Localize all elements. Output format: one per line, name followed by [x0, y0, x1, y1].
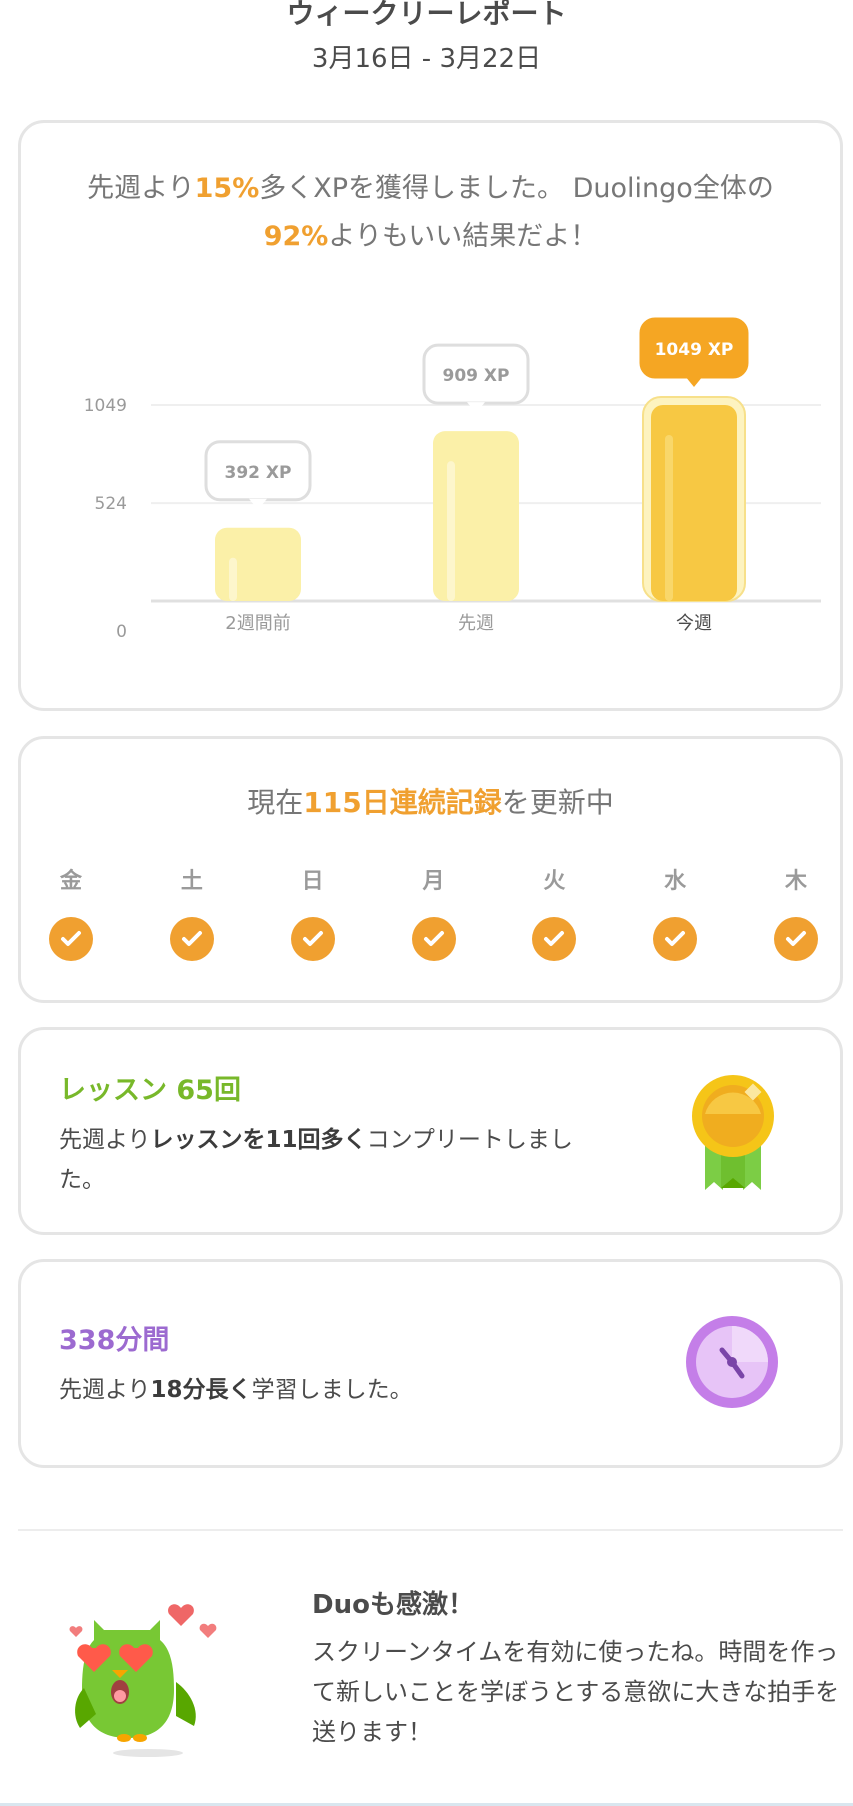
streak-suffix: を更新中: [501, 786, 614, 819]
day-check-item: 水: [645, 867, 705, 961]
xp-badge-label: 1049 XP: [655, 340, 734, 360]
page-title: ウィークリーレポート: [286, 0, 567, 30]
lessons-title: レッスン 65回: [59, 1075, 241, 1106]
checkmark-icon: [290, 917, 335, 961]
day-check-item: 金: [41, 867, 101, 961]
lessons-desc: 先週よりレッスンを11回多くコンプリートしました。: [59, 1120, 599, 1200]
time-desc-bold: 18分長く: [150, 1377, 252, 1403]
duo-message: スクリーンタイムを有効に使ったね。時間を作って新しいことを学ぼうとする意欲に大き…: [312, 1638, 840, 1746]
streak-card: 現在115日連続記録を更新中 金 土 日 月 火 水 木: [18, 736, 843, 1003]
time-desc-1: 先週より: [59, 1377, 151, 1403]
xp-card: 先週より15%多くXPを獲得しました。 Duolingo全体の 92%よりもいい…: [18, 120, 843, 711]
time-title: 338分間: [59, 1325, 170, 1356]
checkmark-icon: [532, 917, 577, 961]
x-category-label: 2週間前: [225, 613, 290, 634]
bar-shine: [665, 435, 673, 601]
duo-title: Duoも感激！: [312, 1590, 474, 1620]
lessons-card: レッスン 65回 先週よりレッスンを11回多くコンプリートしました。: [18, 1027, 843, 1235]
xp-badge-label: 392 XP: [225, 463, 292, 483]
day-label: 金: [59, 869, 82, 894]
xp-chart: 0 524 1049 392 XP 2週間前 909 XP 先週 1049 XP 今週: [84, 317, 821, 642]
lessons-desc-1: 先週より: [59, 1127, 151, 1153]
day-label: 日: [301, 869, 324, 894]
streak-prefix: 現在: [247, 786, 304, 819]
y-tick-label: 524: [95, 494, 127, 514]
day-label: 土: [180, 869, 203, 894]
section-divider: [18, 1529, 843, 1531]
day-check-item: 木: [766, 867, 826, 961]
day-check-item: 土: [162, 867, 222, 961]
time-desc: 先週より18分長く学習しました。: [59, 1370, 599, 1410]
streak-count: 115日連続記録: [303, 786, 502, 819]
time-card: 338分間 先週より18分長く学習しました。: [18, 1259, 843, 1468]
streak-title: 現在115日連続記録を更新中: [21, 781, 840, 821]
bar-shine: [447, 461, 455, 601]
checkmark-icon: [774, 917, 818, 961]
xp-badge-pointer: [685, 376, 703, 387]
xp-badge-label: 909 XP: [443, 366, 510, 386]
time-desc-2: 学習しました。: [251, 1377, 413, 1403]
checkmark-icon: [653, 917, 698, 961]
bar: [433, 431, 519, 601]
x-category-label: 先週: [458, 613, 494, 634]
lessons-desc-bold: レッスンを11回多く: [150, 1127, 367, 1153]
day-check-item: 月: [404, 867, 464, 961]
y-tick-label: 0: [116, 622, 127, 642]
day-label: 木: [784, 869, 807, 894]
day-label: 火: [543, 869, 566, 894]
y-tick-label: 1049: [84, 396, 127, 416]
bar-shine: [229, 557, 237, 601]
xp-badge-pointer: [467, 402, 485, 414]
medal-icon: [692, 1075, 774, 1190]
checkmark-icon: [411, 917, 456, 961]
duo-owl-icon: [69, 1604, 217, 1757]
day-check-item: 日: [283, 867, 343, 961]
bar: [651, 405, 737, 601]
day-check-item: 火: [524, 867, 584, 961]
bar: [215, 527, 301, 601]
day-label: 月: [422, 869, 445, 894]
day-checks: 金土日月火水木: [49, 867, 818, 977]
x-category-label: 今週: [676, 613, 712, 634]
checkmark-icon: [169, 917, 214, 961]
day-label: 水: [664, 869, 687, 894]
xp-badge-pointer: [249, 498, 267, 510]
date-range: 3月16日 - 3月22日: [311, 44, 542, 74]
clock-icon: [686, 1316, 778, 1408]
checkmark-icon: [49, 917, 93, 961]
